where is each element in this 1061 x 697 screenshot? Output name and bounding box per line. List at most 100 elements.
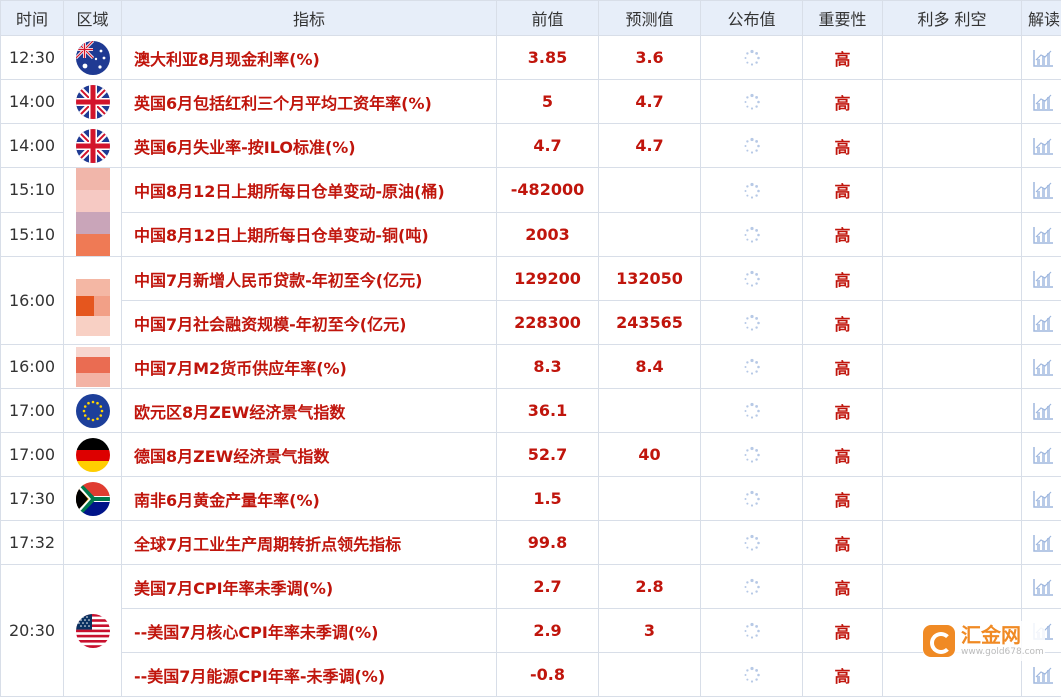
analysis-cell[interactable] [1022,565,1061,609]
bar-chart-icon[interactable] [1032,92,1054,112]
impact-cell [883,80,1022,124]
row-time: 20:30 [1,565,64,697]
loading-spinner-icon [743,666,761,684]
forecast-value: 3 [599,609,701,653]
analysis-cell[interactable] [1022,80,1061,124]
analysis-cell[interactable] [1022,433,1061,477]
actual-value [701,80,803,124]
region-cell [64,36,122,80]
table-row: --美国7月核心CPI年率未季调(%) 2.9 3 高 [1,609,1061,653]
indicator-link[interactable]: 英国6月包括红利三个月平均工资年率(%) [122,80,497,124]
eu-flag-icon [76,394,110,428]
impact-cell [883,36,1022,80]
previous-value: 2.9 [497,609,599,653]
loading-spinner-icon [743,490,761,508]
indicator-link[interactable]: 中国7月新增人民币贷款-年初至今(亿元) [122,257,497,301]
bar-chart-icon[interactable] [1032,445,1054,465]
bar-chart-icon[interactable] [1032,225,1054,245]
analysis-cell[interactable] [1022,257,1061,301]
forecast-value: 2.8 [599,565,701,609]
previous-value: 52.7 [497,433,599,477]
indicator-link[interactable]: 中国7月社会融资规模-年初至今(亿元) [122,301,497,345]
bar-chart-icon[interactable] [1032,313,1054,333]
header-time: 时间 [1,1,64,36]
bar-chart-icon[interactable] [1032,136,1054,156]
previous-value: 36.1 [497,389,599,433]
indicator-link[interactable]: 欧元区8月ZEW经济景气指数 [122,389,497,433]
actual-value [701,477,803,521]
table-row: 15:10 中国8月12日上期所每日仓单变动-原油(桶) -482000 高 [1,168,1061,213]
forecast-value [599,521,701,565]
row-time: 17:30 [1,477,64,521]
indicator-link[interactable]: 全球7月工业生产周期转折点领先指标 [122,521,497,565]
table-row: 12:30 澳大利亚8月现金利率(%) 3.85 3.6 高 [1,36,1061,80]
bar-chart-icon[interactable] [1032,401,1054,421]
table-row: 16:00 中国7月M2货币供应年率(%) 8.3 8.4 高 [1,345,1061,389]
analysis-cell[interactable] [1022,477,1061,521]
bar-chart-icon[interactable] [1032,665,1054,685]
actual-value [701,168,803,213]
header-analysis: 解读 [1022,1,1061,36]
indicator-link[interactable]: 中国7月M2货币供应年率(%) [122,345,497,389]
forecast-value: 4.7 [599,124,701,168]
us-flag-icon [76,614,110,648]
previous-value: 2003 [497,212,599,257]
analysis-cell[interactable] [1022,389,1061,433]
importance-value: 高 [803,212,883,257]
analysis-cell[interactable] [1022,36,1061,80]
analysis-cell[interactable] [1022,124,1061,168]
previous-value: 129200 [497,257,599,301]
loading-spinner-icon [743,534,761,552]
importance-value: 高 [803,124,883,168]
table-row: 17:00 欧元区8月ZEW经济景气指数 36.1 高 [1,389,1061,433]
analysis-cell[interactable] [1022,301,1061,345]
region-cell [64,477,122,521]
impact-cell [883,257,1022,301]
forecast-value [599,653,701,697]
forecast-value: 3.6 [599,36,701,80]
row-time: 14:00 [1,80,64,124]
impact-cell [883,477,1022,521]
previous-value: -482000 [497,168,599,213]
impact-cell [883,168,1022,213]
indicator-link[interactable]: --美国7月能源CPI年率-未季调(%) [122,653,497,697]
analysis-cell[interactable] [1022,345,1061,389]
south-africa-flag-icon [76,482,110,516]
bar-chart-icon[interactable] [1032,48,1054,68]
loading-spinner-icon [743,49,761,67]
bar-chart-icon[interactable] [1032,269,1054,289]
loading-spinner-icon [743,402,761,420]
indicator-link[interactable]: 南非6月黄金产量年率(%) [122,477,497,521]
previous-value: 5 [497,80,599,124]
table-row: 16:00 中国7月新增人民币贷款-年初至今(亿元) 129200 132050… [1,257,1061,301]
impact-cell [883,212,1022,257]
region-cell [64,433,122,477]
analysis-cell[interactable] [1022,212,1061,257]
importance-value: 高 [803,80,883,124]
analysis-cell[interactable] [1022,168,1061,213]
row-time: 16:00 [1,257,64,345]
forecast-value: 8.4 [599,345,701,389]
bar-chart-icon[interactable] [1032,577,1054,597]
china-flag-icon [76,168,110,256]
bar-chart-icon[interactable] [1032,180,1054,200]
analysis-cell[interactable] [1022,521,1061,565]
bar-chart-icon[interactable] [1032,489,1054,509]
table-row: 20:30 美国7月CPI年率未季调(%) 2.7 2.8 高 [1,565,1061,609]
indicator-link[interactable]: 英国6月失业率-按ILO标准(%) [122,124,497,168]
indicator-link[interactable]: 美国7月CPI年率未季调(%) [122,565,497,609]
indicator-link[interactable]: 澳大利亚8月现金利率(%) [122,36,497,80]
loading-spinner-icon [743,358,761,376]
actual-value [701,565,803,609]
importance-value: 高 [803,565,883,609]
actual-value [701,389,803,433]
actual-value [701,609,803,653]
indicator-link[interactable]: 中国8月12日上期所每日仓单变动-原油(桶) [122,168,497,213]
bar-chart-icon[interactable] [1032,357,1054,377]
watermark-url: www.gold678.com [961,648,1044,657]
indicator-link[interactable]: 德国8月ZEW经济景气指数 [122,433,497,477]
bar-chart-icon[interactable] [1032,533,1054,553]
row-time: 14:00 [1,124,64,168]
indicator-link[interactable]: 中国8月12日上期所每日仓单变动-铜(吨) [122,212,497,257]
indicator-link[interactable]: --美国7月核心CPI年率未季调(%) [122,609,497,653]
